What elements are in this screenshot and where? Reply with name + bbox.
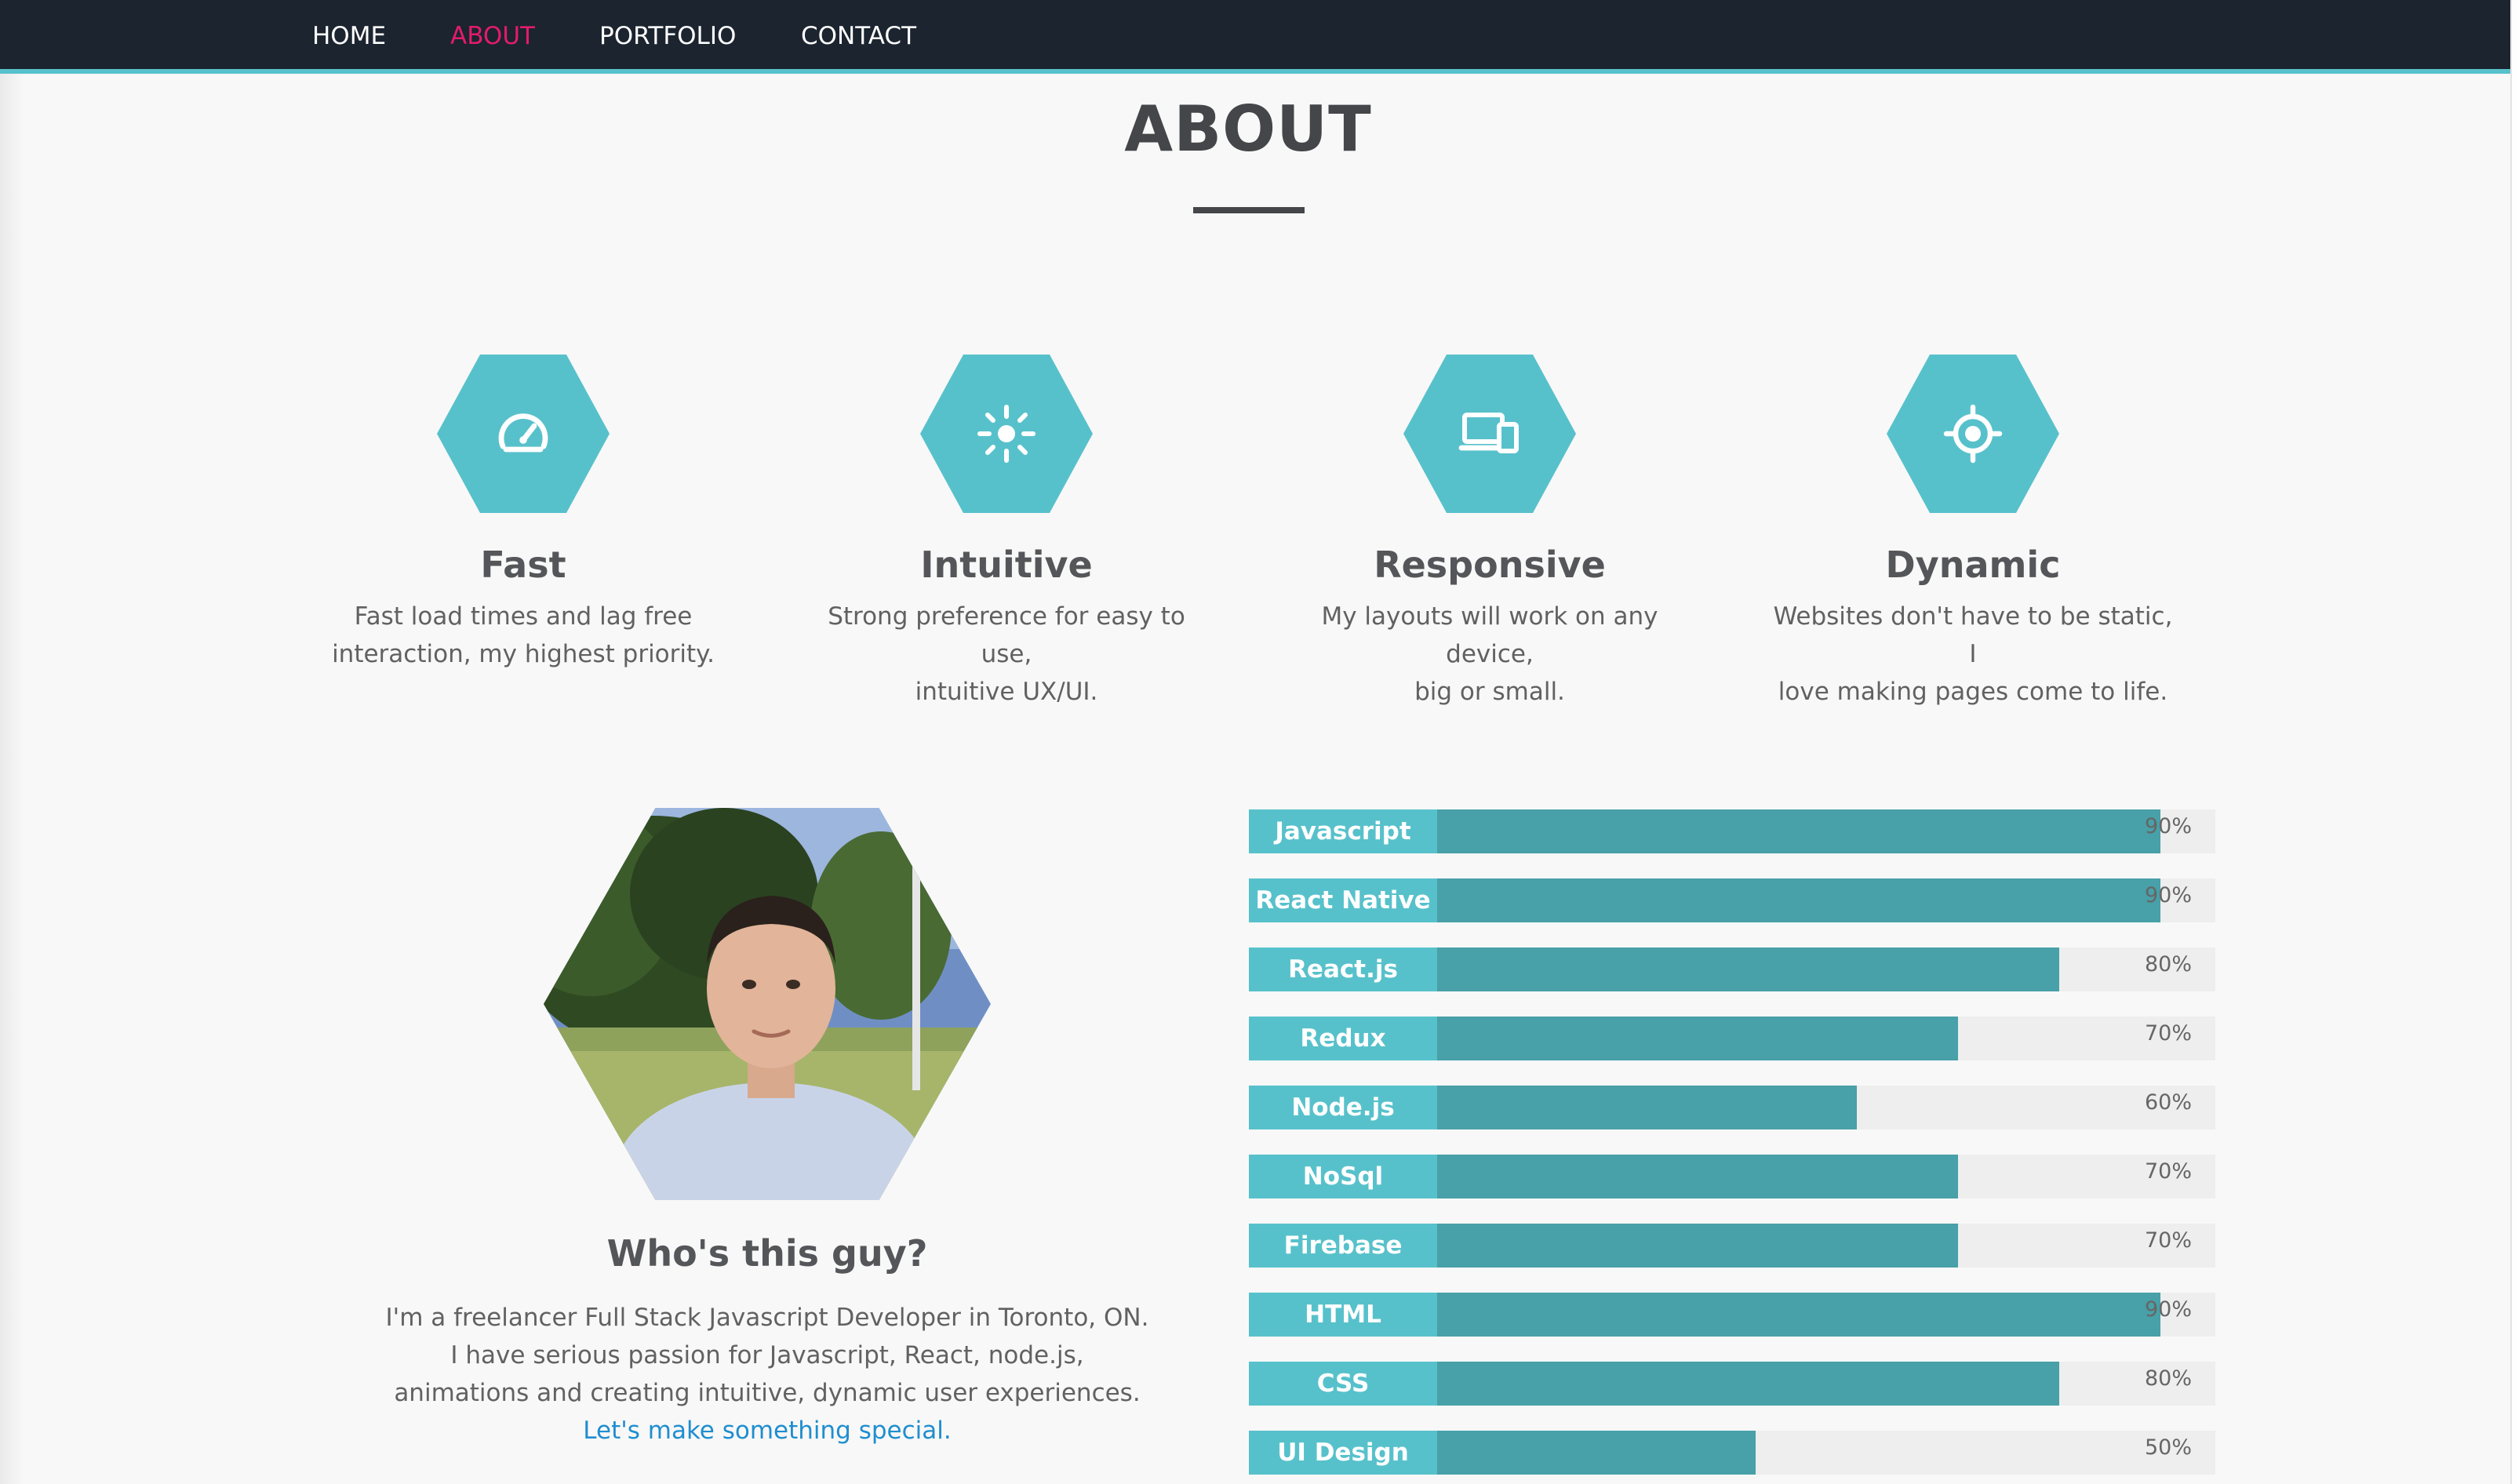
feature-desc-line: Websites don't have to be static, I <box>1773 602 2173 668</box>
page-edge <box>2510 0 2515 1484</box>
skill-label: React.js <box>1249 948 1437 991</box>
skill-bar: Firebase 70% <box>1249 1224 2215 1268</box>
skill-percent: 70% <box>2144 1021 2192 1046</box>
nav-home-link[interactable]: HOME <box>312 20 386 52</box>
feature-desc-line: big or small. <box>1414 678 1565 706</box>
skill-percent: 70% <box>2144 1228 2192 1253</box>
feature-title: Intuitive <box>920 544 1093 586</box>
skill-bar: UI Design 50% <box>1249 1431 2215 1475</box>
feature-description: Strong preference for easy to use, intui… <box>787 598 1226 711</box>
profile-photo <box>544 808 991 1200</box>
target-icon <box>1943 404 2003 464</box>
skill-label: Firebase <box>1249 1224 1437 1268</box>
feature-desc-line: Strong preference for easy to use, <box>828 602 1185 668</box>
feature-title: Responsive <box>1374 544 1606 586</box>
skill-percent: 80% <box>2144 952 2192 977</box>
feature-description: Websites don't have to be static, I love… <box>1753 598 2193 711</box>
speedometer-icon <box>498 413 548 453</box>
devices-icon <box>1458 413 1519 453</box>
feature-description: Fast load times and lag free interaction… <box>304 598 743 673</box>
profile-heading: Who's this guy? <box>606 1232 928 1275</box>
feature-hexagon <box>437 355 610 513</box>
skill-bar: HTML 90% <box>1249 1293 2215 1337</box>
nav-contact-link[interactable]: CONTACT <box>801 20 916 52</box>
feature-dynamic: Dynamic Websites don't have to be static… <box>1753 355 2193 711</box>
profile-bio: I'm a freelancer Full Stack Javascript D… <box>340 1299 1194 1449</box>
nav-portfolio-link[interactable]: PORTFOLIO <box>599 20 736 52</box>
skill-label: React Native <box>1249 878 1437 922</box>
feature-hexagon <box>920 355 1093 513</box>
section-title: ABOUT <box>1124 93 1372 165</box>
skill-percent: 80% <box>2144 1366 2192 1391</box>
skill-percent: 60% <box>2144 1090 2192 1115</box>
skill-percent: 90% <box>2144 814 2192 838</box>
skill-bar: CSS 80% <box>1249 1362 2215 1406</box>
skill-label: UI Design <box>1249 1431 1437 1475</box>
skill-label: NoSql <box>1249 1155 1437 1198</box>
feature-hexagon <box>1403 355 1576 513</box>
title-underline <box>1193 207 1305 213</box>
feature-desc-line: Fast load times and lag free <box>354 602 693 631</box>
profile-bio-line: I have serious passion for Javascript, R… <box>450 1341 1084 1369</box>
skill-label: Redux <box>1249 1017 1437 1060</box>
skill-percent: 90% <box>2144 883 2192 907</box>
profile-bio-line: I'm a freelancer Full Stack Javascript D… <box>385 1304 1149 1332</box>
feature-description: My layouts will work on any device, big … <box>1270 598 1709 711</box>
feature-title: Dynamic <box>1885 544 2061 586</box>
page: HOME ABOUT PORTFOLIO CONTACT ABOUT Fast … <box>0 0 2510 1484</box>
profile-bio-line: animations and creating intuitive, dynam… <box>394 1379 1141 1407</box>
page-shadow <box>0 74 24 1484</box>
skill-label: CSS <box>1249 1362 1437 1406</box>
skill-bar: React.js 80% <box>1249 948 2215 991</box>
feature-desc-line: My layouts will work on any device, <box>1321 602 1658 668</box>
feature-title: Fast <box>480 544 566 586</box>
skill-percent: 70% <box>2144 1159 2192 1184</box>
feature-intuitive: Intuitive Strong preference for easy to … <box>787 355 1226 711</box>
skill-bar: Javascript 90% <box>1249 809 2215 853</box>
skill-percent: 90% <box>2144 1297 2192 1322</box>
skill-bar: React Native 90% <box>1249 878 2215 922</box>
skill-label: HTML <box>1249 1293 1437 1337</box>
feature-responsive: Responsive My layouts will work on any d… <box>1270 355 1709 711</box>
skill-label: Node.js <box>1249 1086 1437 1129</box>
skill-label: Javascript <box>1249 809 1437 853</box>
feature-desc-line: love making pages come to life. <box>1778 678 2168 706</box>
feature-fast: Fast Fast load times and lag free intera… <box>304 355 743 673</box>
skill-bar: NoSql 70% <box>1249 1155 2215 1198</box>
top-navbar: HOME ABOUT PORTFOLIO CONTACT <box>0 0 2510 74</box>
skill-bar: Node.js 60% <box>1249 1086 2215 1129</box>
feature-hexagon <box>1887 355 2059 513</box>
feature-desc-line: intuitive UX/UI. <box>915 678 1098 706</box>
contact-cta-link[interactable]: Let's make something special. <box>583 1417 951 1445</box>
skill-percent: 50% <box>2144 1435 2192 1460</box>
skill-bar: Redux 70% <box>1249 1017 2215 1060</box>
lightbulb-icon <box>977 405 1035 463</box>
feature-desc-line: interaction, my highest priority. <box>332 640 715 668</box>
nav-about-link[interactable]: ABOUT <box>450 20 535 52</box>
